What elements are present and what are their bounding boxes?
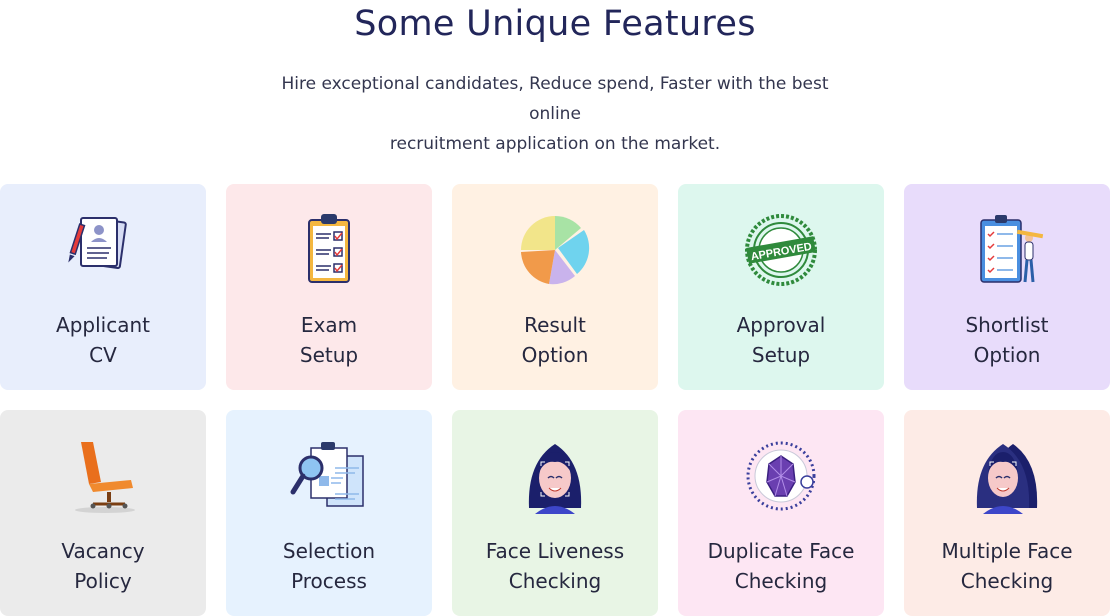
feature-card-face-liveness[interactable]: Face Liveness Checking [452,410,658,616]
features-grid: Applicant CV Exam Setup Result Option AP… [0,184,1110,616]
feature-label: Exam Setup [299,313,359,367]
section-subtitle: Hire exceptional candidates, Reduce spen… [255,69,855,159]
feature-label: Result Option [521,313,589,367]
approved-stamp-icon: APPROVED [741,212,821,288]
face-recognition-icon [741,438,821,514]
subtitle-line-2: recruitment application on the market. [389,134,721,154]
feature-card-selection-process[interactable]: Selection Process [226,410,432,616]
feature-label: Face Liveness Checking [485,539,625,593]
feature-card-applicant-cv[interactable]: Applicant CV [0,184,206,390]
search-documents-icon [289,438,369,514]
feature-card-duplicate-face[interactable]: Duplicate Face Checking [678,410,884,616]
feature-label: Duplicate Face Checking [707,539,855,593]
feature-label: Selection Process [282,539,376,593]
cv-documents-icon [63,212,143,288]
multiple-faces-icon [967,438,1047,514]
feature-card-result-option[interactable]: Result Option [452,184,658,390]
feature-card-shortlist-option[interactable]: Shortlist Option [904,184,1110,390]
feature-label: Approval Setup [736,313,826,367]
clipboard-checklist-icon [289,212,369,288]
feature-card-vacancy-policy[interactable]: Vacancy Policy [0,410,206,616]
subtitle-line-1: Hire exceptional candidates, Reduce spen… [281,74,829,124]
feature-card-exam-setup[interactable]: Exam Setup [226,184,432,390]
feature-card-approval-setup[interactable]: APPROVED Approval Setup [678,184,884,390]
office-chair-icon [63,438,143,514]
feature-label: Shortlist Option [965,313,1049,367]
shortlist-board-icon [967,212,1047,288]
pie-chart-icon [515,212,595,288]
feature-label: Applicant CV [56,313,150,367]
feature-label: Vacancy Policy [61,539,145,593]
feature-card-multiple-face[interactable]: Multiple Face Checking [904,410,1110,616]
feature-label: Multiple Face Checking [941,539,1073,593]
face-scan-icon [515,438,595,514]
section-title: Some Unique Features [354,4,756,44]
